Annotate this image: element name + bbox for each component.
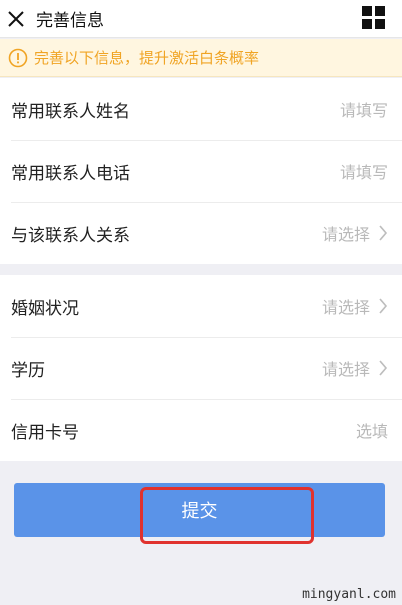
grid-menu-icon[interactable] [362, 6, 386, 30]
contact-group: 常用联系人姓名 请填写 常用联系人电话 请填写 与该联系人关系 请选择 [0, 78, 402, 264]
chevron-right-icon [379, 360, 388, 376]
select-placeholder[interactable]: 请选择 [322, 356, 370, 380]
field-label: 常用联系人姓名 [11, 101, 130, 122]
close-icon [8, 10, 24, 27]
field-placeholder[interactable]: 选填 [356, 418, 388, 442]
chevron-right-icon [379, 225, 388, 241]
notice-banner: 完善以下信息，提升激活白条概率 [0, 39, 402, 77]
credit-card-field[interactable]: 信用卡号 选填 [0, 399, 402, 461]
field-label: 信用卡号 [11, 422, 79, 443]
field-placeholder[interactable]: 请填写 [340, 97, 388, 121]
select-placeholder[interactable]: 请选择 [322, 221, 370, 245]
marital-status-select[interactable]: 婚姻状况 请选择 [0, 275, 402, 337]
field-label: 常用联系人电话 [11, 163, 130, 184]
top-bar: 完善信息 [0, 0, 402, 38]
education-select[interactable]: 学历 请选择 [0, 337, 402, 399]
close-button[interactable] [2, 5, 30, 33]
page-title: 完善信息 [36, 11, 104, 31]
contact-name-field[interactable]: 常用联系人姓名 请填写 [0, 78, 402, 140]
submit-label: 提交 [181, 501, 218, 522]
profile-group: 婚姻状况 请选择 学历 请选择 信用卡号 选填 [0, 275, 402, 461]
submit-button[interactable]: 提交 [14, 483, 385, 537]
notice-text: 完善以下信息，提升激活白条概率 [34, 49, 260, 67]
field-placeholder[interactable]: 请填写 [340, 159, 388, 183]
field-label: 婚姻状况 [11, 298, 79, 319]
select-placeholder[interactable]: 请选择 [322, 294, 370, 318]
watermark: mingyanl.com [302, 587, 396, 602]
field-label: 与该联系人关系 [11, 225, 130, 246]
field-label: 学历 [11, 360, 45, 381]
contact-phone-field[interactable]: 常用联系人电话 请填写 [0, 140, 402, 202]
info-icon [8, 48, 28, 67]
chevron-right-icon [379, 298, 388, 314]
contact-relation-select[interactable]: 与该联系人关系 请选择 [0, 202, 402, 264]
